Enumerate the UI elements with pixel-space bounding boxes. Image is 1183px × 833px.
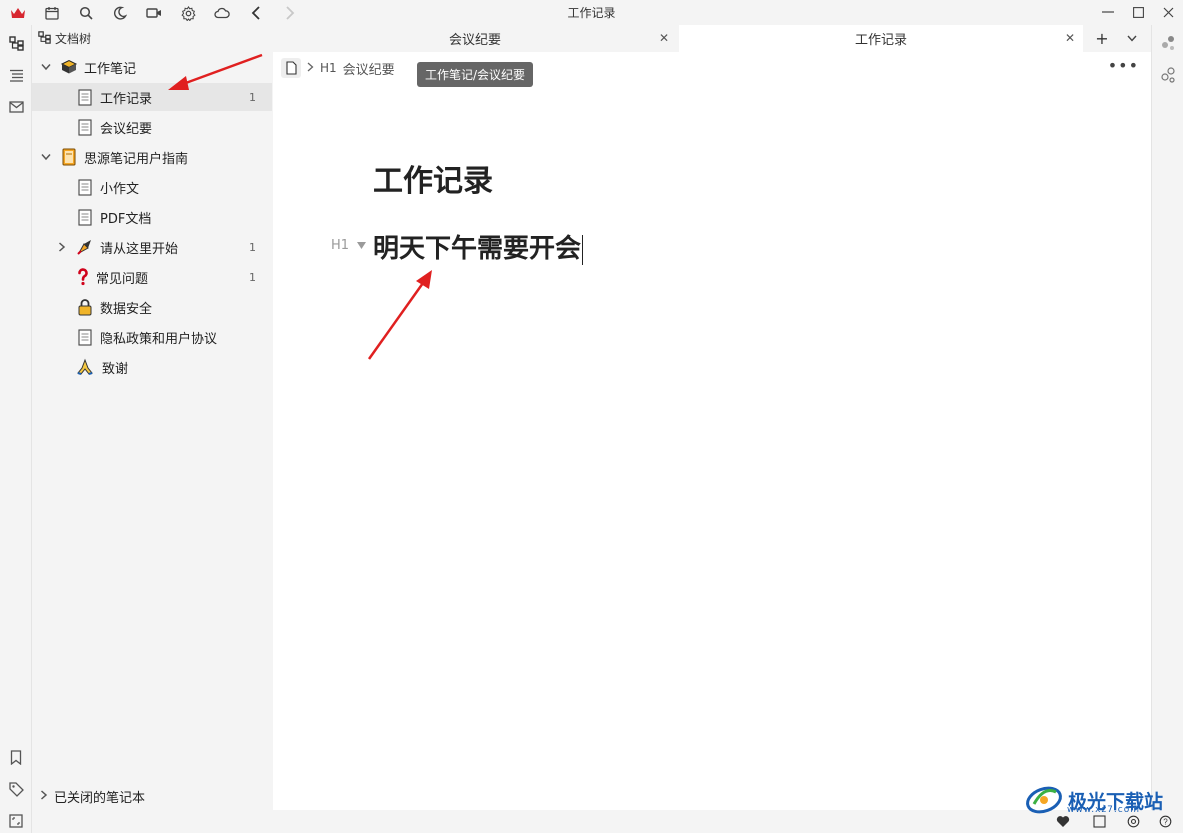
tree-notebook-work[interactable]: 工作笔记 xyxy=(32,53,272,81)
heading-text: 明天下午需要开会 xyxy=(373,234,582,264)
tree-count: 1 xyxy=(249,270,256,284)
left-dock xyxy=(0,25,32,833)
tree-doc-pdf[interactable]: PDF文档 xyxy=(32,203,272,231)
block-gutter[interactable]: H1 xyxy=(331,238,367,253)
watermark-sub: www.xz7.com xyxy=(1067,805,1140,815)
breadcrumb-doc-icon[interactable] xyxy=(281,58,301,78)
global-graph-icon[interactable] xyxy=(1158,65,1178,85)
title-bar: 工作记录 xyxy=(0,0,1183,25)
breadcrumb-heading-marker: H1 xyxy=(320,61,337,75)
tree-label: 数据安全 xyxy=(100,301,153,317)
svg-text:?: ? xyxy=(1163,817,1168,826)
tree-doc-thanks[interactable]: 致谢 xyxy=(32,353,272,381)
close-icon[interactable]: ✕ xyxy=(659,31,669,45)
doc-icon xyxy=(76,178,94,196)
tree-label: 隐私政策和用户协议 xyxy=(100,331,218,347)
pray-icon xyxy=(76,358,94,376)
tab-meeting-minutes[interactable]: 会议纪要 ✕ xyxy=(273,25,677,52)
more-icon[interactable]: ••• xyxy=(1108,56,1139,75)
heading-marker[interactable]: H1 xyxy=(331,238,349,253)
tree-doc-data-security[interactable]: 数据安全 xyxy=(32,293,272,321)
chevron-right-icon xyxy=(40,789,48,804)
chevron-right-icon[interactable] xyxy=(56,241,68,253)
watermark: 极光下载站 www.xz7.com xyxy=(1024,780,1163,820)
tree-label: 请从这里开始 xyxy=(100,241,179,257)
breadcrumb-tooltip: 工作笔记/会议纪要 xyxy=(417,62,534,87)
file-tree-icon[interactable] xyxy=(6,33,26,53)
doc-icon xyxy=(76,328,94,346)
tree-count: 1 xyxy=(249,240,256,254)
chevron-down-icon[interactable] xyxy=(1121,25,1143,52)
bookmark-icon[interactable] xyxy=(6,747,26,767)
inbox-icon[interactable] xyxy=(6,97,26,117)
doc-title[interactable]: 工作记录 xyxy=(373,156,493,200)
file-tree-header: 文档树 xyxy=(38,30,91,47)
right-dock xyxy=(1151,25,1183,810)
tree-label: 小作文 xyxy=(100,181,140,197)
tree-label: PDF文档 xyxy=(100,211,152,227)
tab-label: 会议纪要 xyxy=(448,33,501,48)
window-title: 工作记录 xyxy=(567,6,616,20)
tree-doc-privacy[interactable]: 隐私政策和用户协议 xyxy=(32,323,272,351)
tree-label: 会议纪要 xyxy=(100,121,153,137)
maximize-button[interactable] xyxy=(1127,2,1149,22)
closed-notebooks-label: 已关闭的笔记本 xyxy=(54,791,146,806)
tab-bar: 会议纪要 ✕ 工作记录 ✕ + xyxy=(273,25,1151,52)
breadcrumb-item[interactable]: 会议纪要 xyxy=(343,59,395,78)
tree-label: 思源笔记用户指南 xyxy=(84,151,189,167)
close-window-button[interactable] xyxy=(1157,2,1179,22)
caret-down-icon[interactable] xyxy=(357,238,367,253)
notebook-icon xyxy=(60,58,78,76)
tag-icon[interactable] xyxy=(6,779,26,799)
lock-icon xyxy=(76,298,94,316)
file-tree-header-icon xyxy=(38,30,51,47)
tree-notebook-guide[interactable]: 思源笔记用户指南 xyxy=(32,143,272,171)
tree-label: 常见问题 xyxy=(96,271,149,287)
breadcrumb: H1 会议纪要 xyxy=(281,58,395,78)
fullscreen-icon[interactable] xyxy=(6,811,26,831)
breadcrumb-separator-icon xyxy=(307,61,314,76)
minimize-button[interactable] xyxy=(1097,2,1119,22)
new-tab-button[interactable]: + xyxy=(1091,25,1113,52)
tab-work-record[interactable]: 工作记录 ✕ xyxy=(679,25,1083,52)
graph-icon[interactable] xyxy=(1158,33,1178,53)
doc-icon xyxy=(76,208,94,226)
file-tree-panel: 文档树 工作笔记 工作记录 1 会议纪要 思源笔记用户指南 小作文 PDF文档 … xyxy=(32,25,272,810)
heading-block[interactable]: 明天下午需要开会 xyxy=(373,228,584,265)
tree-count: 1 xyxy=(249,90,256,104)
tree-label: 工作笔记 xyxy=(84,61,137,77)
file-tree-title: 文档树 xyxy=(55,32,92,46)
book-icon xyxy=(60,148,78,166)
chevron-down-icon[interactable] xyxy=(40,61,52,73)
tree-doc-start-here[interactable]: 请从这里开始 1 xyxy=(32,233,272,261)
tab-label: 工作记录 xyxy=(854,33,907,48)
doc-icon xyxy=(76,88,94,106)
rocket-icon xyxy=(76,238,94,256)
watermark-logo-icon xyxy=(1024,780,1064,820)
question-icon xyxy=(76,268,90,286)
close-icon[interactable]: ✕ xyxy=(1065,31,1075,45)
chevron-down-icon[interactable] xyxy=(40,151,52,163)
tree-doc-work-record[interactable]: 工作记录 1 xyxy=(32,83,272,111)
tree-label: 工作记录 xyxy=(100,91,153,107)
closed-notebooks[interactable]: 已关闭的笔记本 xyxy=(40,787,145,806)
tree-doc-essay[interactable]: 小作文 xyxy=(32,173,272,201)
text-caret xyxy=(582,234,584,265)
tree-doc-faq[interactable]: 常见问题 1 xyxy=(32,263,272,291)
outline-icon[interactable] xyxy=(6,65,26,85)
editor-area: H1 会议纪要 工作笔记/会议纪要 ••• 工作记录 H1 明天下午需要开会 xyxy=(273,52,1151,810)
doc-icon xyxy=(76,118,94,136)
tree-label: 致谢 xyxy=(102,361,129,377)
tree-doc-meeting-minutes[interactable]: 会议纪要 xyxy=(32,113,272,141)
